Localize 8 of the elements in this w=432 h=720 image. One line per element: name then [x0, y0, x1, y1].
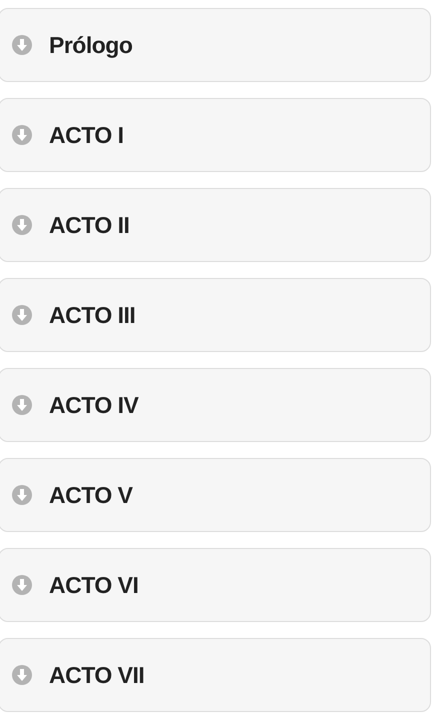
chapter-button[interactable]: ACTO V: [0, 458, 431, 532]
chapter-button[interactable]: ACTO VII: [0, 638, 431, 712]
chapter-button[interactable]: ACTO II: [0, 188, 431, 262]
chapter-button[interactable]: ACTO I: [0, 98, 431, 172]
chapter-button[interactable]: ACTO VI: [0, 548, 431, 622]
chapter-button[interactable]: ACTO IV: [0, 368, 431, 442]
chapter-button[interactable]: ACTO III: [0, 278, 431, 352]
chapter-button[interactable]: Prólogo: [0, 8, 431, 82]
